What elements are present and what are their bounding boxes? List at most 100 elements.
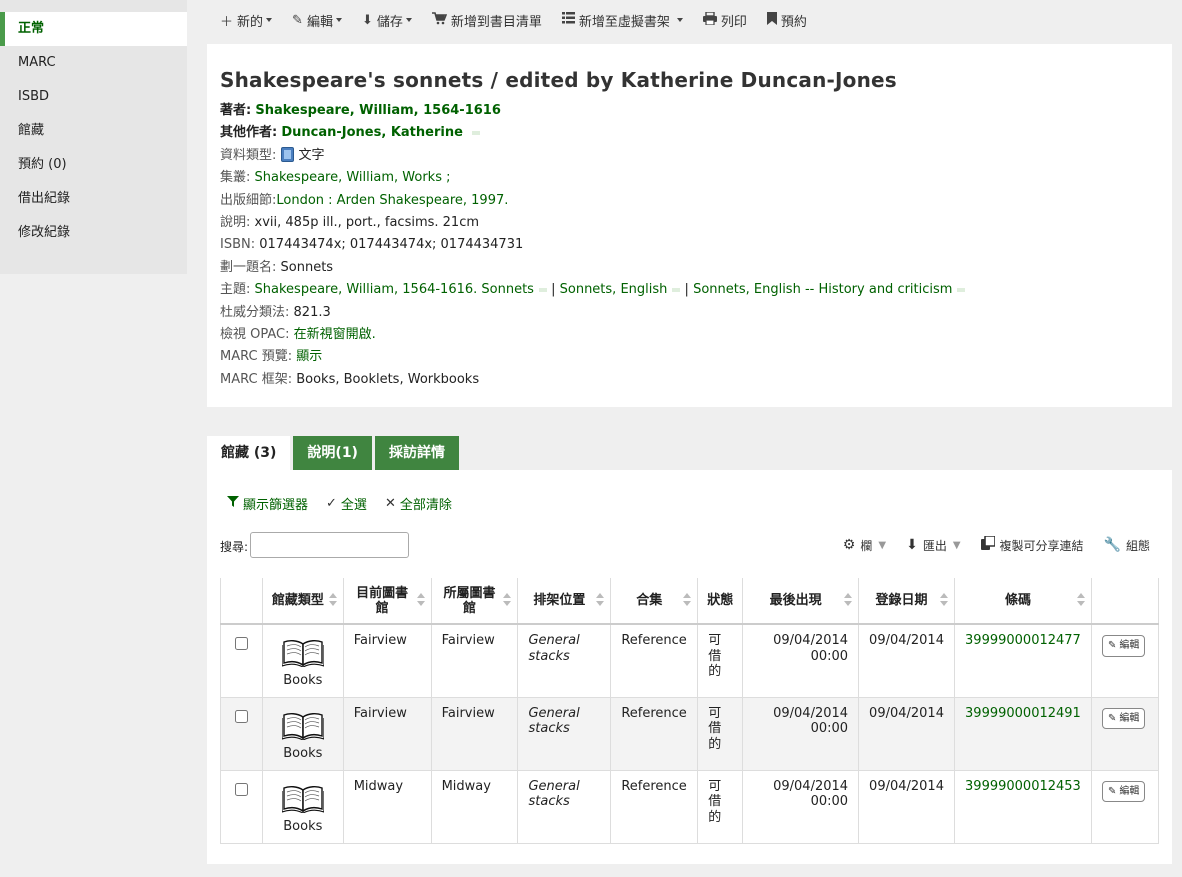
add-to-cart-button[interactable]: 新增到書目清單 [431,11,542,30]
edit-item-button[interactable]: ✎ 編輯 [1102,780,1146,802]
item-checkbox[interactable] [234,709,248,723]
marc-preview-link[interactable]: 顯示 [296,349,322,364]
authority-icon[interactable] [672,287,681,292]
sidebar-item-items[interactable]: 館藏 [0,114,187,148]
item-type-cell: Books [261,623,344,698]
sidebar-item-marc[interactable]: MARC [0,46,187,80]
column-header-barcode[interactable]: 條碼 [954,578,1093,625]
download-icon: ⬇ [906,537,918,553]
marc-framework-row: MARC 框架: Books, Booklets, Workbooks [220,369,1159,391]
marc-framework-value: Books, Booklets, Workbooks [296,371,480,387]
authority-icon[interactable] [957,287,966,292]
column-header-status[interactable]: 狀態 [697,578,744,625]
column-header-home-library[interactable]: 所屬圖書館 [430,578,519,625]
actions-cell: ✎ 編輯 [1091,769,1159,844]
barcode-cell: 39999000012477 [954,623,1093,698]
publication-link[interactable]: London : Arden Shakespeare, 1997. [276,193,508,208]
opac-link[interactable]: 在新視窗開啟. [294,327,376,342]
subject-link-3[interactable]: Sonnets, English -- History and criticis… [693,282,952,297]
search-input[interactable] [250,532,409,558]
item-checkbox[interactable] [234,782,248,796]
export-label: 匯出 [922,538,947,553]
sidebar-item-modification-log[interactable]: 修改紀錄 [0,216,187,250]
edit-item-button[interactable]: ✎ 編輯 [1102,635,1146,657]
save-label: 儲存 [376,14,403,30]
accession-date-cell: 09/04/2014 [858,696,956,771]
item-checkbox[interactable] [234,637,248,650]
description-label: 說明: [220,215,251,231]
author-label: 著者: [220,103,252,118]
add-to-list-label: 新增至虛擬書架 [578,14,670,30]
home-library-cell: Midway [430,769,519,844]
last-seen-cell: 09/04/2014 00:00 [742,769,860,844]
marc-framework-label: MARC 框架: [220,371,293,387]
sidebar-top [0,0,187,12]
dropdown-arrow-icon: ▼ [952,539,961,551]
table-header-row: 館藏類型 目前圖書館 所屬圖書館 排架位置 合集 狀態 最後出現 登錄日期 條碼 [220,578,1159,625]
author-row: 著者: Shakespeare, William, 1564-1616 [220,100,1159,122]
authority-icon[interactable] [472,130,481,135]
author-link[interactable]: Shakespeare, William, 1564-1616 [255,103,501,118]
ddc-row: 杜威分類法: 821.3 [220,302,1159,324]
clear-all-link[interactable]: ✕ 全部清除 [385,494,452,513]
export-button[interactable]: ⬇ 匯出 ▼ [906,537,960,554]
select-cell [220,696,263,771]
column-header-last-seen[interactable]: 最後出現 [742,578,860,625]
series-link[interactable]: Shakespeare, William, Works ; [255,170,451,185]
save-button[interactable]: ⬇ 儲存 [362,11,412,30]
column-header-item-type[interactable]: 館藏類型 [261,578,344,625]
tab-descriptions[interactable]: 說明(1) [293,436,372,470]
columns-button[interactable]: ⚙ 欄 ▼ [843,537,886,554]
column-header-collection[interactable]: 合集 [610,578,699,625]
hold-button[interactable]: 預約 [766,11,807,30]
item-type-label: Books [283,745,323,761]
item-type-label: Books [283,673,323,688]
last-seen-cell: 09/04/2014 00:00 [742,696,860,771]
new-button[interactable]: ＋ 新的 [220,11,273,30]
columns-label: 欄 [860,538,873,553]
item-type-cell: Books [261,769,344,844]
edit-menu-button[interactable]: ✎ 編輯 [292,11,342,30]
barcode-link[interactable]: 39999000012491 [965,706,1081,721]
show-filters-link[interactable]: 顯示篩選器 [227,494,308,513]
barcode-link[interactable]: 39999000012477 [965,633,1081,648]
subject-link-2[interactable]: Sonnets, English [560,282,668,297]
search-label: 搜尋: [220,540,249,554]
new-label: 新的 [237,14,264,30]
config-button[interactable]: 🔧 組態 [1104,537,1150,554]
sidebar-item-isbd[interactable]: ISBD [0,80,187,114]
edit-label: 編輯 [306,14,333,30]
isbn-row: ISBN: 017443474x; 017443474x; 0174434731 [220,234,1159,256]
subject-row: 主題: Shakespeare, William, 1564-1616. Son… [220,279,1159,301]
open-book-icon [281,712,324,740]
add-to-cart-label: 新增到書目清單 [450,14,542,30]
column-header-shelving-location[interactable]: 排架位置 [517,578,612,625]
barcode-link[interactable]: 39999000012453 [965,779,1081,794]
sidebar-item-normal[interactable]: 正常 [0,12,187,46]
column-header-accession-date[interactable]: 登錄日期 [858,578,956,625]
select-column-header [220,578,263,625]
home-library-cell: Fairview [430,623,519,698]
accession-date-cell: 09/04/2014 [858,769,956,844]
pencil-icon: ✎ [1108,712,1117,724]
tab-acquisition-details[interactable]: 採訪詳情 [374,436,459,470]
caret-down-icon [676,18,683,22]
sidebar-item-holds[interactable]: 預約 (0) [0,148,187,182]
table-actions: 顯示篩選器 ✓ 全選 ✕ 全部清除 [227,494,452,513]
barcode-cell: 39999000012491 [954,696,1093,771]
other-author-row: 其他作者: Duncan-Jones, Katherine [220,122,1159,144]
print-button[interactable]: 列印 [702,10,747,30]
add-to-list-button[interactable]: 新增至虛擬書架 [561,11,683,30]
status-cell: 可借的 [697,769,744,844]
copy-link-button[interactable]: 複製可分享連結 [980,535,1084,554]
subject-link-1[interactable]: Shakespeare, William, 1564-1616. Sonnets [255,282,534,297]
series-row: 集叢: Shakespeare, William, Works ; [220,167,1159,189]
select-all-link[interactable]: ✓ 全選 [326,494,367,513]
tab-holdings[interactable]: 館藏 (3) [207,436,291,470]
authority-icon[interactable] [538,287,547,292]
other-author-link[interactable]: Duncan-Jones, Katherine [281,125,463,140]
edit-item-button[interactable]: ✎ 編輯 [1102,707,1146,729]
column-header-current-library[interactable]: 目前圖書館 [342,578,432,625]
sidebar-item-checkout-history[interactable]: 借出紀錄 [0,182,187,216]
item-type-cell: Books [261,696,344,771]
